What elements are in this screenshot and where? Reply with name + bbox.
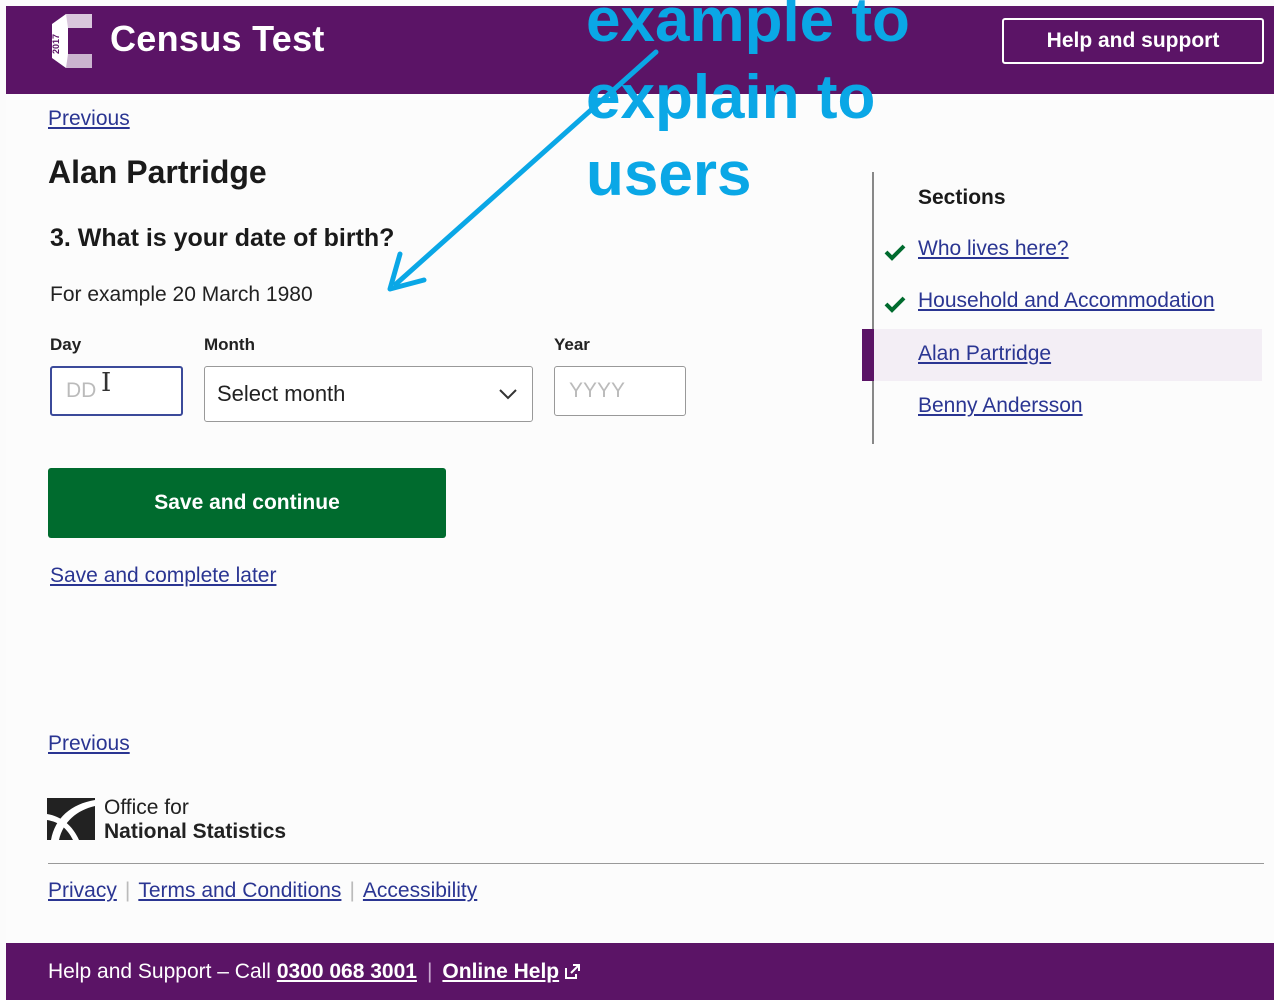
annotation-line-2: explain to bbox=[586, 63, 876, 132]
annotation-line-3: users bbox=[586, 140, 752, 209]
annotation-text: example to explain to users bbox=[586, 0, 910, 213]
annotation-line-1: example to bbox=[586, 0, 910, 55]
